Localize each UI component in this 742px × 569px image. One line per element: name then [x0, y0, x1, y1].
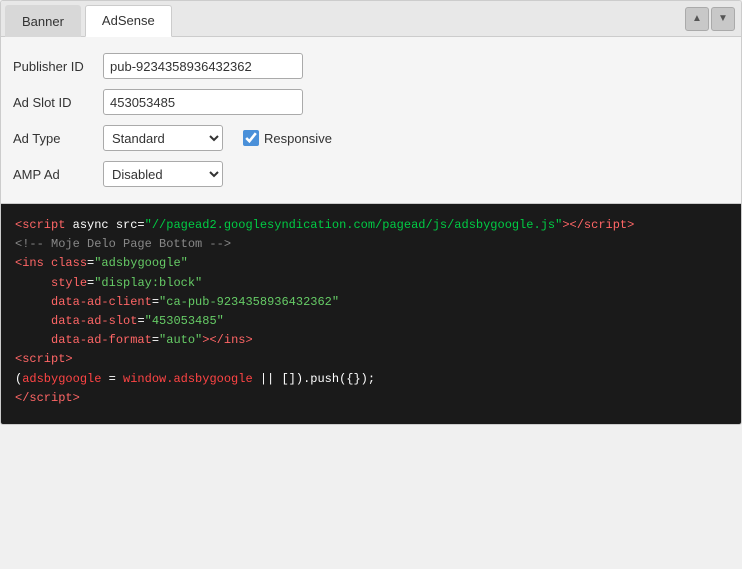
nav-down-button[interactable]: ▼: [711, 7, 735, 31]
code-line-5: data-ad-client="ca-pub-9234358936432362": [15, 293, 727, 312]
ad-type-label: Ad Type: [13, 131, 103, 146]
tab-bar: Banner AdSense ▲ ▼: [1, 1, 741, 37]
amp-ad-row: AMP Ad Disabled Enabled: [13, 161, 729, 187]
main-container: Banner AdSense ▲ ▼ Publisher ID Ad Slot …: [0, 0, 742, 425]
code-area: <script async src="//pagead2.googlesyndi…: [1, 204, 741, 424]
code-line-10: </script>: [15, 389, 727, 408]
ad-slot-id-input[interactable]: [103, 89, 303, 115]
form-area: Publisher ID Ad Slot ID Ad Type Standard…: [1, 37, 741, 204]
code-line-7: data-ad-format="auto"></ins>: [15, 331, 727, 350]
responsive-checkbox-label[interactable]: Responsive: [243, 130, 332, 146]
code-line-1: <script async src="//pagead2.googlesyndi…: [15, 216, 727, 235]
code-line-8: <script>: [15, 350, 727, 369]
ad-slot-id-row: Ad Slot ID: [13, 89, 729, 115]
code-line-3: <ins class="adsbygoogle": [15, 254, 727, 273]
code-line-6: data-ad-slot="453053485": [15, 312, 727, 331]
code-line-4: style="display:block": [15, 274, 727, 293]
responsive-label: Responsive: [264, 131, 332, 146]
tab-nav-buttons: ▲ ▼: [679, 7, 741, 31]
code-line-9: (adsbygoogle = window.adsbygoogle || [])…: [15, 370, 727, 389]
publisher-id-row: Publisher ID: [13, 53, 729, 79]
publisher-id-input[interactable]: [103, 53, 303, 79]
amp-ad-select[interactable]: Disabled Enabled: [103, 161, 223, 187]
tab-banner[interactable]: Banner: [5, 5, 81, 37]
responsive-checkbox[interactable]: [243, 130, 259, 146]
ad-type-row: Ad Type Standard Link Units Responsive: [13, 125, 729, 151]
nav-up-button[interactable]: ▲: [685, 7, 709, 31]
publisher-id-label: Publisher ID: [13, 59, 103, 74]
ad-slot-id-label: Ad Slot ID: [13, 95, 103, 110]
code-line-2: <!-- Moje Delo Page Bottom -->: [15, 235, 727, 254]
amp-ad-label: AMP Ad: [13, 167, 103, 182]
tab-adsense[interactable]: AdSense: [85, 5, 172, 37]
ad-type-select[interactable]: Standard Link Units: [103, 125, 223, 151]
